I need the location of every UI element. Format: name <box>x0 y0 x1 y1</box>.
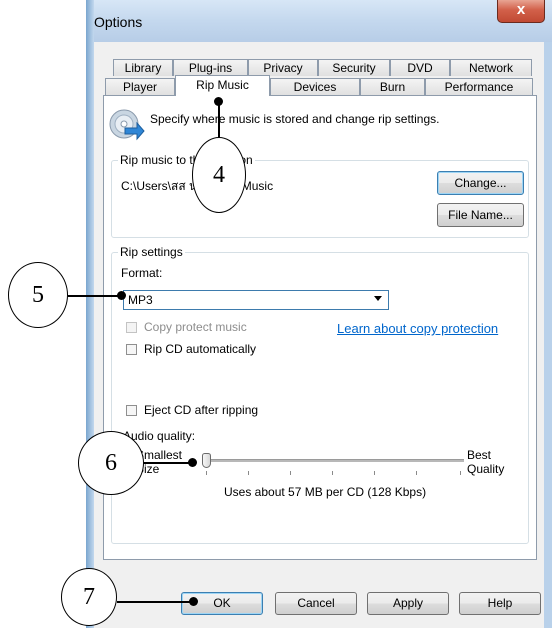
format-select[interactable]: MP3 <box>123 290 389 310</box>
help-button[interactable]: Help <box>459 592 541 615</box>
cancel-button[interactable]: Cancel <box>275 592 357 615</box>
quality-label: Quality <box>467 462 505 476</box>
dropdown-arrow-icon <box>374 296 382 301</box>
cd-rip-icon <box>109 109 145 141</box>
audio-quality-slider-track[interactable] <box>204 459 464 462</box>
tab-performance[interactable]: Performance <box>425 78 533 95</box>
rip-cd-automatically-label: Rip CD automatically <box>144 342 257 356</box>
callout-5-leader <box>68 295 120 297</box>
tab-dvd[interactable]: DVD <box>390 59 450 76</box>
eject-cd-label: Eject CD after ripping <box>144 403 259 417</box>
tab-security[interactable]: Security <box>318 59 390 76</box>
rip-size-estimate: Uses about 57 MB per CD (128 Kbps) <box>224 485 427 499</box>
format-label: Format: <box>121 266 163 280</box>
callout-7: 7 <box>61 568 117 626</box>
slider-tick <box>290 471 291 475</box>
callout-7-leader <box>117 601 193 603</box>
file-name-button[interactable]: File Name... <box>437 203 524 227</box>
title-bar[interactable] <box>86 0 552 42</box>
eject-cd-checkbox[interactable] <box>126 405 137 416</box>
tab-rip-music[interactable]: Rip Music <box>175 75 270 96</box>
callout-5-pointer <box>117 291 126 300</box>
copy-protect-checkbox <box>126 322 137 333</box>
slider-tick <box>460 471 461 475</box>
apply-button[interactable]: Apply <box>367 592 449 615</box>
callout-4: 4 <box>192 137 246 213</box>
callout-6: 6 <box>78 431 144 495</box>
change-button[interactable]: Change... <box>437 171 524 195</box>
callout-5: 5 <box>8 262 68 328</box>
slider-tick <box>374 471 375 475</box>
tab-privacy[interactable]: Privacy <box>248 59 318 76</box>
window-frame <box>86 0 94 628</box>
rip-cd-automatically-checkbox[interactable] <box>126 344 137 355</box>
slider-tick <box>248 471 249 475</box>
copy-protect-label: Copy protect music <box>144 320 247 334</box>
close-button[interactable]: x <box>497 0 545 23</box>
callout-6-leader <box>144 462 192 464</box>
tab-library[interactable]: Library <box>113 59 173 76</box>
slider-tick <box>206 471 207 475</box>
tab-network[interactable]: Network <box>450 59 532 76</box>
best-label: Best <box>467 448 492 462</box>
tab-player[interactable]: Player <box>105 78 175 95</box>
tab-devices[interactable]: Devices <box>270 78 360 95</box>
window-title: Options <box>94 14 143 30</box>
rip-description: Specify where music is stored and change… <box>150 112 440 126</box>
tab-plug-ins[interactable]: Plug-ins <box>173 59 248 76</box>
tab-burn[interactable]: Burn <box>360 78 425 95</box>
callout-7-pointer <box>189 597 198 606</box>
slider-tick <box>416 471 417 475</box>
audio-quality-slider-thumb[interactable] <box>202 453 211 468</box>
slider-tick <box>332 471 333 475</box>
callout-6-pointer <box>188 458 197 467</box>
format-value: MP3 <box>128 293 153 307</box>
callout-4-leader <box>218 101 220 137</box>
learn-copy-protection-link[interactable]: Learn about copy protection <box>337 321 498 336</box>
rip-settings-group-title: Rip settings <box>118 245 185 259</box>
